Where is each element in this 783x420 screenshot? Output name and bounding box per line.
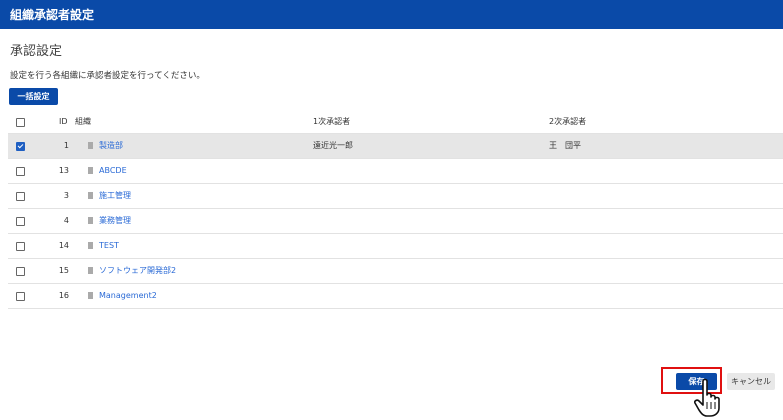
column-header-approver1: 1次承認者 [313,117,351,126]
row-checkbox[interactable] [16,242,25,251]
row-id: 14 [58,241,69,250]
section-description: 設定を行う各組織に承認者設定を行ってください。 [10,71,205,81]
table-header-row: ID 組織 1次承認者 2次承認者 [8,110,783,134]
row-checkbox[interactable] [16,192,25,201]
org-link[interactable]: 製造部 [99,141,123,150]
document-icon [88,292,93,299]
select-all-checkbox[interactable] [16,118,25,127]
org-link[interactable]: 施工管理 [99,191,131,200]
section-title: 承認設定 [10,44,63,59]
row-org: ソフトウェア開発部2 [88,259,176,283]
row-org: TEST [88,234,119,258]
document-icon [88,217,93,224]
column-header-org: 組織 [75,117,91,126]
row-id: 3 [63,191,69,200]
table-row[interactable]: 4 業務管理 [8,209,783,234]
org-link[interactable]: Management2 [99,291,157,300]
column-header-approver2: 2次承認者 [549,117,587,126]
org-link[interactable]: ABCDE [99,166,127,175]
window-title: 組織承認者設定 [0,0,783,29]
bulk-set-button[interactable]: 一括設定 [9,88,58,105]
table-row[interactable]: 15 ソフトウェア開発部2 [8,259,783,284]
approver-table: ID 組織 1次承認者 2次承認者 1 製造部 遠近光一郎 王 団平 13 ABCDE 3 施… [8,110,783,309]
column-header-id: ID [59,117,68,126]
document-icon [88,267,93,274]
row-id: 1 [63,141,69,150]
row-approver1: 遠近光一郎 [313,141,353,150]
row-checkbox[interactable] [16,217,25,226]
table-row[interactable]: 13 ABCDE [8,159,783,184]
row-org: Management2 [88,284,157,308]
row-org: 製造部 [88,134,123,158]
row-id: 13 [58,166,69,175]
row-id: 16 [58,291,69,300]
row-checkbox[interactable] [16,142,25,151]
cancel-button[interactable]: キャンセル [727,373,775,390]
document-icon [88,167,93,174]
row-org: 業務管理 [88,209,131,233]
document-icon [88,192,93,199]
document-icon [88,142,93,149]
document-icon [88,242,93,249]
row-checkbox[interactable] [16,167,25,176]
row-org: 施工管理 [88,184,131,208]
row-org: ABCDE [88,159,127,183]
row-checkbox[interactable] [16,267,25,276]
hand-pointer-icon [694,378,720,417]
row-id: 15 [58,266,69,275]
row-checkbox[interactable] [16,292,25,301]
table-row[interactable]: 1 製造部 遠近光一郎 王 団平 [8,134,783,159]
org-link[interactable]: 業務管理 [99,216,131,225]
table-row[interactable]: 14 TEST [8,234,783,259]
row-id: 4 [63,216,69,225]
org-link[interactable]: ソフトウェア開発部2 [99,266,176,275]
org-link[interactable]: TEST [99,241,119,250]
table-row[interactable]: 16 Management2 [8,284,783,309]
row-approver2: 王 団平 [549,141,581,150]
table-row[interactable]: 3 施工管理 [8,184,783,209]
